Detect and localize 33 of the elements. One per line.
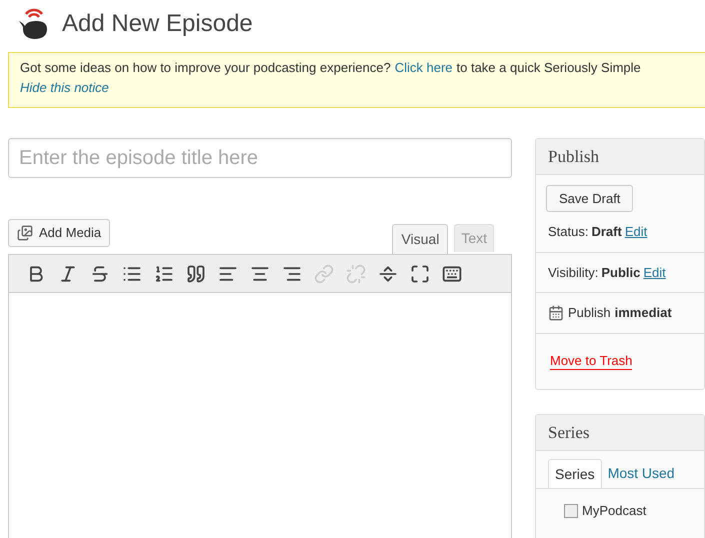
visibility-label: Visibility:: [548, 264, 598, 282]
panel-heading: Series: [536, 415, 704, 451]
survey-link[interactable]: Click here: [394, 58, 453, 78]
title-input-field[interactable]: Enter the episode title here: [8, 138, 512, 178]
separator-icon[interactable]: [378, 264, 398, 284]
numbered-list-icon[interactable]: [154, 264, 174, 284]
schedule-label: Publish: [568, 304, 611, 322]
whale-logo-icon: [16, 7, 50, 41]
move-to-trash-link[interactable]: Move to Trash: [550, 352, 632, 370]
schedule-value: immediat: [614, 304, 672, 322]
notice-text: Got some ideas on how to improve your podcasting experience?: [20, 59, 391, 77]
editor-tab[interactable]: Visual: [392, 224, 448, 254]
strikethrough-icon[interactable]: [90, 264, 110, 284]
status-edit-link[interactable]: Edit: [624, 222, 648, 242]
visibility-value: Public: [601, 264, 640, 282]
save-draft-button[interactable]: Save Draft: [546, 185, 634, 212]
notice-text: to take a quick Seriously Simple: [456, 59, 641, 77]
page-title: Add New Episode: [62, 9, 253, 39]
toolbar-toggle-icon[interactable]: [442, 264, 462, 284]
quote-icon[interactable]: [186, 264, 206, 284]
calendar-icon: [548, 304, 564, 321]
add-media-button[interactable]: Add Media: [8, 219, 110, 247]
series-tab[interactable]: Most Used: [602, 459, 681, 488]
visibility-edit-link[interactable]: Edit: [643, 262, 666, 282]
media-icon: [17, 225, 33, 241]
series-tab[interactable]: Series: [548, 459, 602, 488]
panel-heading: Publish: [536, 139, 704, 175]
status-value: Draft: [591, 223, 622, 241]
fullscreen-icon[interactable]: [410, 264, 430, 284]
status-label: Status:: [548, 223, 588, 241]
checkbox-label: MyPodcast: [582, 502, 646, 520]
checkbox[interactable]: [564, 504, 578, 518]
hide-notice-link[interactable]: Hide this notice: [20, 78, 705, 97]
